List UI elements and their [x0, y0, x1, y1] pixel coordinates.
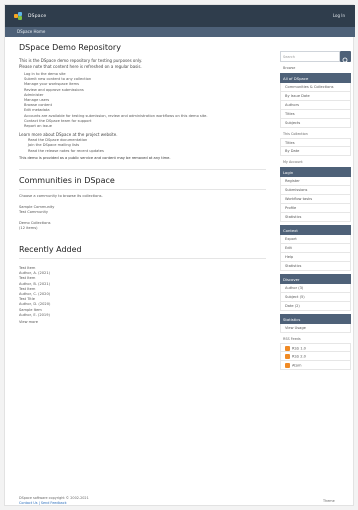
breadcrumb-bar: DSpace Home [5, 27, 355, 37]
brand[interactable]: DSpace [14, 12, 46, 20]
rss-feed-label: Atom [292, 363, 302, 368]
rss-icon [285, 354, 290, 359]
sidebar-account-subheading: My Account [283, 160, 303, 164]
sidebar-item[interactable]: Statistics [280, 213, 351, 222]
divider [19, 169, 266, 171]
search-icon [342, 57, 349, 64]
page-frame: DSpace Log In DSpace Home DSpace Demo Re… [4, 4, 355, 506]
breadcrumb[interactable]: DSpace Home [17, 29, 45, 34]
intro-footnote: This demo is provided as a public servic… [19, 155, 171, 160]
divider [19, 189, 266, 191]
search-input[interactable]: Search [280, 51, 340, 62]
rss-feed-label: RSS 2.0 [292, 354, 306, 359]
sidebar-item[interactable]: Authors [280, 101, 351, 110]
sidebar-section-header: Discover [280, 274, 351, 284]
sidebar-item[interactable]: Titles [280, 110, 351, 119]
sidebar-item[interactable]: Help [280, 253, 351, 262]
rss-icon [285, 363, 290, 368]
sidebar-item[interactable]: Submissions [280, 186, 351, 195]
rss-feed-label: RSS 1.0 [292, 346, 306, 351]
sidebar-rss-heading: RSS Feeds [283, 337, 301, 341]
sidebar-section-header: Context [280, 225, 351, 235]
footer-links[interactable]: Contact Us | Send Feedback [19, 501, 89, 506]
communities-heading: Communities in DSpace [19, 176, 115, 186]
brand-name: DSpace [28, 13, 47, 19]
recently-added-heading: Recently Added [19, 245, 82, 255]
sidebar-item[interactable]: Author (3) [280, 284, 351, 293]
recent-item-meta: Author, E. (2019) [19, 312, 50, 317]
rss-feed-item[interactable]: RSS 2.0 [280, 352, 351, 361]
sidebar-item[interactable]: Date (2) [280, 302, 351, 311]
sidebar-item[interactable]: Profile [280, 204, 351, 213]
sidebar-item[interactable]: Communities & Collections [280, 83, 351, 92]
main-content: DSpace Demo Repository This is the DSpac… [19, 43, 266, 325]
sidebar-item[interactable]: View Usage [280, 324, 351, 333]
help-bullet[interactable]: Read the release notes for recent update… [28, 149, 266, 154]
rss-feed-item[interactable]: Atom [280, 361, 351, 370]
rss-icon [285, 346, 290, 351]
sidebar-item[interactable]: Edit [280, 244, 351, 253]
login-link[interactable]: Log In [333, 13, 345, 18]
sidebar-item[interactable]: Subject (5) [280, 293, 351, 302]
page-title: DSpace Demo Repository [19, 43, 121, 52]
community-count: (12 items) [19, 225, 38, 230]
divider [19, 258, 266, 260]
top-navbar: DSpace Log In [5, 5, 355, 27]
sidebar-subheading: This Collection [283, 132, 308, 136]
sidebar-item[interactable]: Workflow tasks [280, 195, 351, 204]
sidebar-item[interactable]: Titles [280, 138, 351, 147]
sidebar-item[interactable]: Statistics [280, 262, 351, 271]
dspace-logo-icon [14, 12, 26, 20]
search-box: Search [280, 51, 351, 64]
rss-feed-item[interactable]: RSS 1.0 [280, 343, 351, 352]
community-link[interactable]: Test Community [19, 210, 266, 215]
sidebar-section-header[interactable]: Login [280, 167, 351, 177]
sidebar-item[interactable]: Export [280, 235, 351, 244]
sidebar-item[interactable]: Register [280, 177, 351, 186]
intro-line-2: Please note that content here is refresh… [19, 64, 142, 69]
view-more-link[interactable]: View more [19, 320, 266, 325]
sidebar-section-header: All of DSpace [280, 73, 351, 83]
footer: DSpace software copyright © 2002-2021 Co… [19, 496, 89, 506]
footer-theme: Theme [323, 499, 335, 503]
sidebar-section-header: Statistics [280, 314, 351, 324]
sidebar-item[interactable]: By Date [280, 147, 351, 156]
intro-extra: Report an issue [24, 124, 52, 129]
sidebar: Search Browse All of DSpace Communities … [280, 51, 351, 370]
sidebar-item[interactable]: Subjects [280, 119, 351, 128]
sidebar-item[interactable]: By Issue Date [280, 92, 351, 101]
communities-subtitle: Choose a community to browse its collect… [19, 194, 103, 199]
search-button[interactable] [340, 51, 351, 64]
